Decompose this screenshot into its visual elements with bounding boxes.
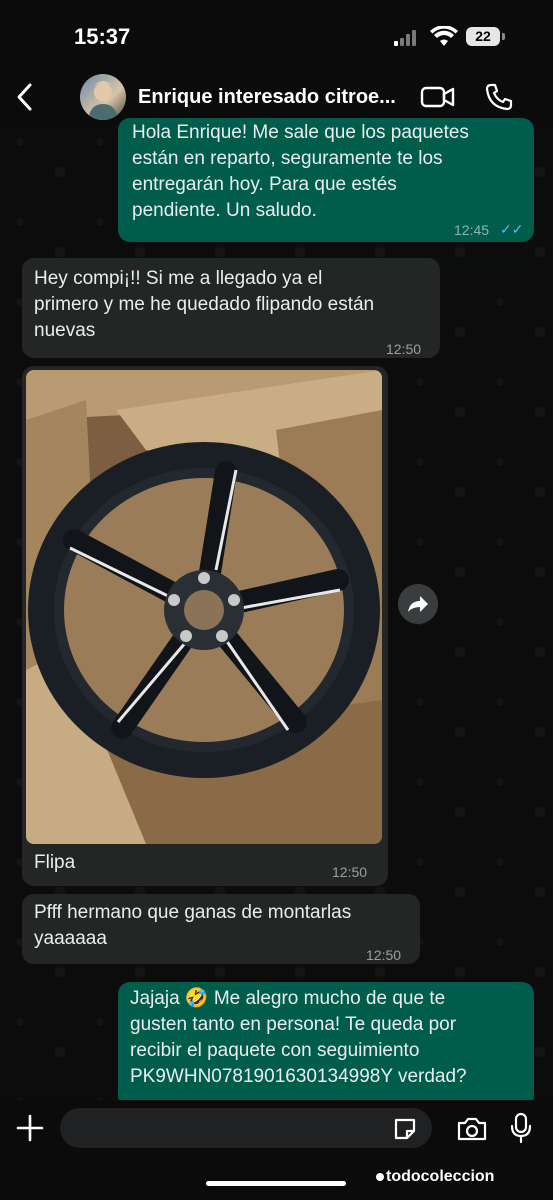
message-text: yaaaaaa: [34, 928, 107, 949]
message-text: Hola Enrique! Me sale que los paquetes: [132, 122, 469, 143]
video-call-icon[interactable]: [420, 84, 456, 110]
chat-header: Enrique interesado citroe...: [0, 72, 553, 124]
message-incoming[interactable]: Pfff hermano que ganas de montarlas yaaa…: [22, 894, 420, 964]
message-outgoing[interactable]: Jajaja 🤣 Me alegro mucho de que te guste…: [118, 982, 534, 1108]
read-receipt-icon: ✓✓: [500, 221, 524, 237]
battery-icon: 22: [466, 27, 500, 46]
message-time: 12:50: [332, 864, 368, 880]
watermark-dot-icon: [376, 1173, 384, 1181]
contact-name[interactable]: Enrique interesado citroe...: [138, 86, 396, 109]
home-indicator: [206, 1181, 346, 1186]
battery-cap: [502, 33, 505, 40]
message-time: 12:45: [454, 222, 490, 238]
message-text: Pfff hermano que ganas de montarlas: [34, 902, 352, 923]
message-text: entregarán hoy. Para que estés: [132, 174, 397, 195]
message-time: 12:50: [386, 341, 422, 357]
message-text: nuevas: [34, 320, 96, 341]
message-text: PK9WHN0781901630134998Y verdad?: [130, 1066, 467, 1087]
camera-icon[interactable]: [456, 1116, 488, 1142]
status-time: 15:37: [74, 24, 131, 49]
avatar[interactable]: [80, 74, 126, 120]
forward-icon[interactable]: [398, 584, 438, 624]
message-outgoing[interactable]: Hola Enrique! Me sale que los paquetes e…: [118, 118, 534, 242]
message-text: primero y me he quedado flipando están: [34, 294, 375, 315]
wheel-photo[interactable]: [26, 370, 382, 844]
message-text: Jajaja 🤣 Me alegro mucho de que te: [130, 988, 446, 1009]
message-incoming[interactable]: Hey compi¡!! Si me a llegado ya el prime…: [22, 258, 440, 358]
message-text: Hey compi¡!! Si me a llegado ya el: [34, 268, 323, 289]
message-text: recibir el paquete con seguimiento: [130, 1040, 420, 1061]
avatar-photo: [88, 81, 118, 120]
back-icon[interactable]: [14, 82, 36, 112]
watermark-text: todocoleccion: [386, 1168, 495, 1185]
message-text: están en reparto, seguramente te los: [132, 148, 443, 169]
message-text: gusten tanto en persona! Te queda por: [130, 1014, 457, 1035]
status-bar: 15:37 22: [0, 0, 553, 72]
sticker-icon[interactable]: [392, 1116, 418, 1142]
watermark: todocoleccion: [376, 1168, 494, 1186]
wifi-icon: [430, 26, 458, 46]
image-caption: Flipa: [34, 852, 76, 873]
microphone-icon[interactable]: [510, 1112, 532, 1144]
signal-icon: [394, 30, 420, 46]
message-time: 12:50: [366, 947, 402, 963]
plus-icon[interactable]: [16, 1114, 44, 1142]
message-input[interactable]: [60, 1108, 432, 1148]
alloy-wheel-image: [26, 370, 382, 844]
phone-call-icon[interactable]: [484, 82, 514, 112]
